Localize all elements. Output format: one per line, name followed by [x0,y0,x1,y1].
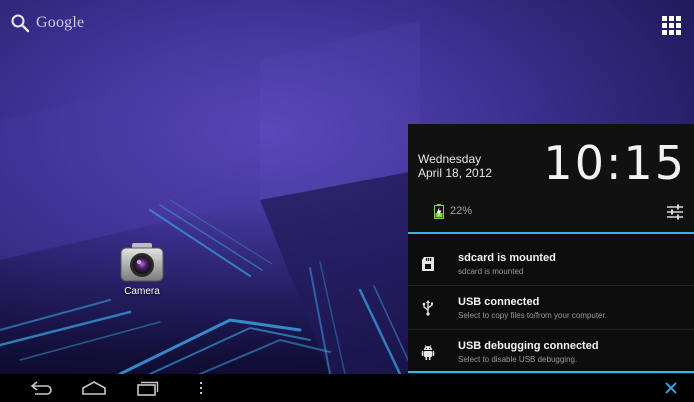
menu-button[interactable] [194,378,208,398]
quick-settings-icon[interactable] [666,204,684,220]
close-icon [665,382,677,394]
notification-subtitle: Select to copy files to/from your comput… [458,310,607,320]
battery-icon [434,204,444,219]
notification-panel: Wednesday April 18, 2012 10:15 22% sdcar… [408,124,694,374]
back-button[interactable] [28,378,56,398]
menu-icon [200,382,202,394]
notification-list: sdcard is mounted sdcard is mounted USB … [408,242,694,374]
notification-subtitle: Select to disable USB debugging. [458,354,578,364]
search-label: Google [36,14,85,31]
back-icon [30,381,52,395]
notification-usb[interactable]: USB connected Select to copy files to/fr… [408,286,694,330]
home-button[interactable] [80,378,108,398]
recent-apps-icon [137,381,159,396]
date-full: April 18, 2012 [418,166,493,180]
navigation-bar [0,374,694,402]
usb-icon [422,299,433,316]
date-day: Wednesday [418,152,482,166]
panel-header: Wednesday April 18, 2012 10:15 22% [408,124,694,234]
android-debug-icon [421,344,435,360]
camera-label: Camera [124,286,160,297]
clock: 10:15 [543,136,686,190]
sdcard-icon [422,256,434,271]
camera-icon [120,243,164,282]
google-search-bar[interactable]: Google [10,11,84,35]
recent-apps-button[interactable] [134,378,160,398]
notification-subtitle: sdcard is mounted [458,266,524,276]
search-icon [11,14,30,33]
notification-sdcard[interactable]: sdcard is mounted sdcard is mounted [408,242,694,286]
camera-shortcut[interactable]: Camera [110,240,174,297]
notification-title: USB connected [458,295,540,308]
apps-grid-icon[interactable] [658,14,684,36]
notification-title: sdcard is mounted [458,251,556,264]
home-screen: Google Camera Wednesday April 18, 2012 1… [0,0,694,402]
panel-divider [408,371,694,373]
battery-percent: 22% [450,205,473,217]
notification-title: USB debugging connected [458,339,599,352]
close-notifications-button[interactable] [660,378,682,398]
home-icon [82,381,106,395]
notification-usb-debugging[interactable]: USB debugging connected Select to disabl… [408,330,694,374]
